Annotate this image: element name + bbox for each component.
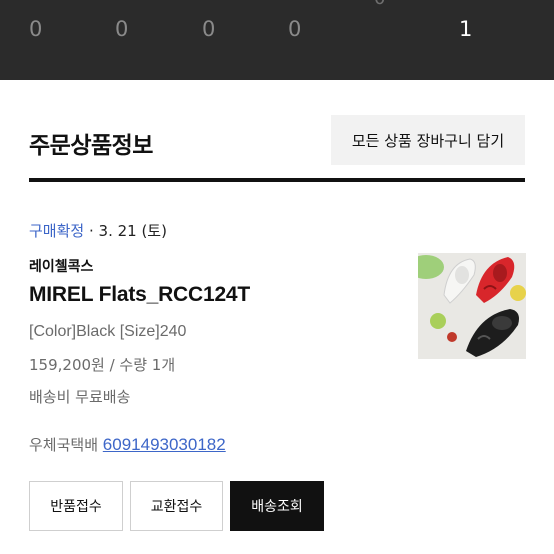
- exchange-request-button[interactable]: 교환접수: [130, 481, 223, 531]
- section-title: 주문상품정보: [29, 133, 153, 159]
- status-count-1[interactable]: 0: [29, 17, 42, 41]
- order-status-badge: 구매확정: [29, 222, 85, 240]
- status-count-5[interactable]: 1: [459, 17, 472, 41]
- section-divider: [29, 178, 525, 182]
- add-all-to-cart-button[interactable]: 모든 상품 장바구니 담기: [331, 115, 525, 165]
- order-meta: 구매확정 · 3. 21 (토): [29, 220, 167, 241]
- order-status-strip: 0 0 0 0 0 1: [0, 0, 554, 80]
- product-name[interactable]: MIREL Flats_RCC124T: [29, 283, 250, 307]
- courier-info: 우체국택배 6091493030182: [29, 434, 226, 455]
- status-count-4[interactable]: 0: [288, 17, 301, 41]
- product-thumbnail[interactable]: [418, 253, 526, 359]
- courier-name: 우체국택배: [29, 436, 99, 454]
- return-request-button[interactable]: 반품접수: [29, 481, 123, 531]
- order-date: · 3. 21 (토): [88, 222, 167, 240]
- product-option: [Color]Black [Size]240: [29, 323, 187, 340]
- brand-name[interactable]: 레이첼콕스: [29, 256, 93, 276]
- status-count-3[interactable]: 0: [202, 17, 215, 41]
- status-count-ghost: 0: [374, 0, 385, 9]
- track-delivery-button[interactable]: 배송조회: [230, 481, 324, 531]
- tracking-number-link[interactable]: 6091493030182: [103, 435, 226, 454]
- price-quantity: 159,200원 / 수량 1개: [29, 356, 176, 374]
- shipping-fee: 배송비 무료배송: [29, 388, 131, 406]
- shoes-image: [418, 253, 526, 359]
- status-count-2[interactable]: 0: [115, 17, 128, 41]
